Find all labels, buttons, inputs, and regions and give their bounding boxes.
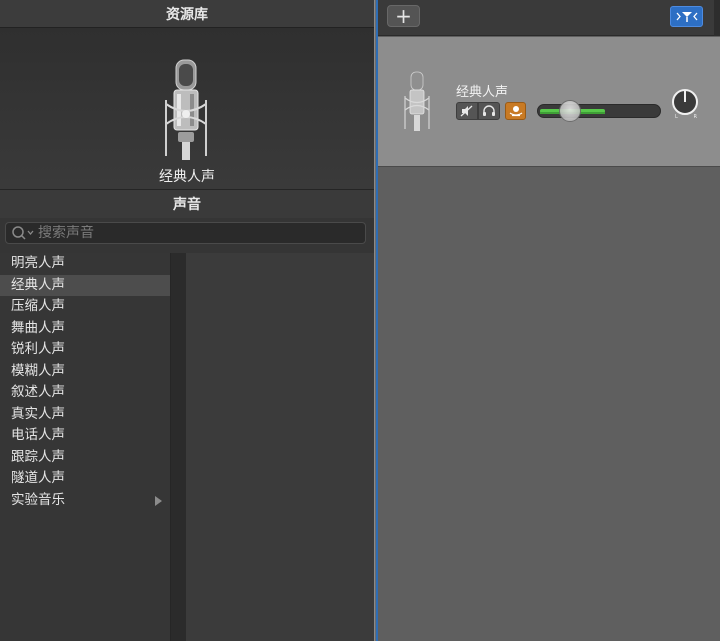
- preview-sound-name: 经典人声: [159, 169, 215, 185]
- mute-icon: [460, 105, 473, 117]
- chevron-right-icon: [155, 495, 162, 506]
- list-item[interactable]: 实验音乐: [0, 490, 170, 512]
- list-item[interactable]: 模糊人声: [0, 361, 170, 383]
- track-area-empty[interactable]: [378, 168, 720, 641]
- list-item[interactable]: 压缩人声: [0, 296, 170, 318]
- pan-knob[interactable]: [671, 88, 699, 116]
- sound-preview: 经典人声: [0, 28, 374, 190]
- list-item[interactable]: 真实人声: [0, 404, 170, 426]
- record-enable-button[interactable]: [505, 102, 526, 120]
- column-divider: [170, 253, 186, 641]
- search-field[interactable]: [5, 222, 366, 244]
- sounds-header: 声音: [0, 190, 374, 218]
- record-enable-icon: [509, 106, 522, 117]
- headphones-icon: [483, 105, 495, 116]
- list-item[interactable]: 舞曲人声: [0, 318, 170, 340]
- tracks-area: + 经典人声 L R: [378, 0, 720, 641]
- toolbar-edge: [714, 0, 720, 36]
- list-item[interactable]: 电话人声: [0, 425, 170, 447]
- library-panel: 资源库 经典人声 声音 明亮人声 经典人声 压缩人声 舞曲: [0, 0, 374, 641]
- sound-detail-list: [186, 253, 374, 641]
- mute-button[interactable]: [456, 102, 478, 120]
- microphone-icon: [404, 71, 430, 131]
- smart-controls-button[interactable]: [670, 6, 703, 27]
- tracks-toolbar: +: [378, 0, 720, 36]
- microphone-icon: [165, 59, 207, 160]
- list-item-selected[interactable]: 经典人声: [0, 274, 170, 296]
- list-item[interactable]: 叙述人声: [0, 382, 170, 404]
- pan-right-label: R: [693, 114, 697, 120]
- track-header[interactable]: 经典人声 L R: [378, 37, 720, 167]
- add-track-button[interactable]: +: [387, 5, 420, 27]
- library-title: 资源库: [0, 0, 374, 28]
- volume-slider[interactable]: [537, 100, 661, 122]
- list-item[interactable]: 跟踪人声: [0, 447, 170, 469]
- list-item[interactable]: 锐利人声: [0, 339, 170, 361]
- pan-labels: L R: [675, 114, 697, 120]
- smart-controls-icon: [676, 12, 697, 22]
- sound-category-list: 明亮人声 经典人声 压缩人声 舞曲人声 锐利人声 模糊人声 叙述人声 真实人声 …: [0, 253, 170, 641]
- list-item[interactable]: 明亮人声: [0, 253, 170, 275]
- list-item[interactable]: 隧道人声: [0, 468, 170, 490]
- search-input[interactable]: [36, 225, 365, 241]
- search-icon[interactable]: [10, 223, 36, 243]
- pan-left-label: L: [675, 114, 678, 120]
- solo-button[interactable]: [478, 102, 500, 120]
- volume-knob[interactable]: [558, 100, 581, 122]
- track-name[interactable]: 经典人声: [456, 81, 508, 100]
